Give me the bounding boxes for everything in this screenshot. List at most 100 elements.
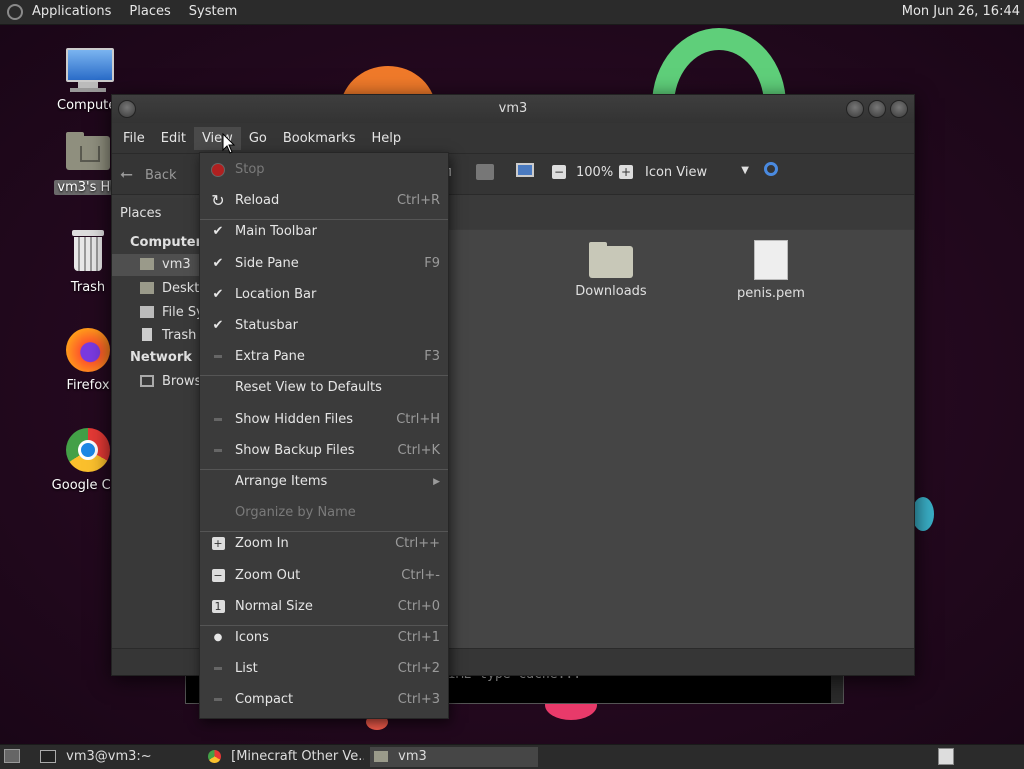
menu-item-label: Side Pane: [235, 255, 299, 271]
panel-menu-applications[interactable]: Applications: [23, 0, 120, 24]
menu-go[interactable]: Go: [241, 127, 275, 150]
back-button[interactable]: ⭠ Back: [120, 164, 177, 184]
workspace-switcher[interactable]: [938, 748, 954, 765]
zoom-in-icon: +: [619, 165, 633, 179]
side-pane: Places Computer vm3 Deskt File Sy Trash …: [112, 198, 204, 648]
window-menu-button[interactable]: [118, 100, 136, 118]
menu-item-accelerator: Ctrl+H: [396, 411, 440, 427]
view-menu-item-normal-size[interactable]: 1 Normal Size Ctrl+0: [200, 593, 448, 621]
drive-icon: [140, 306, 154, 318]
home-button[interactable]: [476, 164, 494, 184]
task-terminal[interactable]: vm3@vm3:~: [36, 747, 196, 767]
menu-item-accelerator: F9: [424, 255, 440, 271]
view-menu-item-zoom-out[interactable]: − Zoom Out Ctrl+-: [200, 562, 448, 590]
window-titlebar[interactable]: vm3: [112, 95, 914, 123]
zoom-level[interactable]: 100%: [576, 165, 613, 180]
menu-item-accelerator: Ctrl+R: [396, 193, 440, 209]
task-label: vm3: [398, 749, 427, 764]
terminal-icon: [40, 750, 56, 763]
side-header-computer: Computer: [130, 235, 203, 250]
view-mode-label: Icon View: [645, 165, 708, 180]
network-icon: [140, 375, 154, 387]
view-menu-item-reset-view-to-defaults[interactable]: Reset View to Defaults: [200, 374, 448, 402]
close-button[interactable]: [890, 100, 908, 118]
computer-button[interactable]: [516, 163, 534, 181]
side-item-label: Deskt: [162, 281, 200, 296]
folder-icon: [589, 240, 633, 278]
file-icon: [754, 240, 788, 280]
menu-item-label: Compact: [235, 692, 294, 708]
search-icon: [764, 162, 778, 176]
view-menu-item-main-toolbar[interactable]: ✔ Main Toolbar: [200, 218, 448, 246]
menu-edit[interactable]: Edit: [153, 127, 194, 150]
view-menu-item-location-bar[interactable]: ✔ Location Bar: [200, 281, 448, 309]
view-menu-item-zoom-in[interactable]: + Zoom In Ctrl++: [200, 530, 448, 558]
view-mode-select[interactable]: Icon View ▼: [645, 165, 749, 180]
view-menu-item-arrange-items[interactable]: Arrange Items ▶: [200, 468, 448, 496]
menu-item-label: Statusbar: [235, 318, 298, 333]
unchecked-indicator: [209, 437, 227, 465]
window-title: vm3: [498, 101, 528, 116]
menu-item-label: Extra Pane: [235, 349, 305, 365]
stop-icon: [209, 156, 227, 184]
menu-item-accelerator: Ctrl+0: [397, 598, 440, 614]
back-arrow-icon: ⭠: [120, 164, 133, 183]
view-menu-item-extra-pane[interactable]: Extra Pane F3: [200, 343, 448, 371]
file-item-label: Downloads: [575, 284, 647, 299]
menu-help[interactable]: Help: [363, 127, 409, 150]
view-menu: Stop ↻ Reload Ctrl+R ✔ Main Toolbar ✔ Side Pane…: [199, 152, 449, 719]
view-menu-item-compact[interactable]: Compact Ctrl+3: [200, 686, 448, 714]
terminal-scrollbar[interactable]: [831, 673, 843, 703]
panel-logo-icon[interactable]: [7, 4, 23, 20]
side-pane-title[interactable]: Places: [120, 206, 161, 221]
trash-icon: [142, 328, 152, 341]
menu-item-accelerator: Ctrl+-: [401, 567, 440, 583]
menu-item-label: Reload: [235, 193, 280, 209]
menu-item-accelerator: Ctrl++: [395, 536, 440, 552]
zoom-out-icon: −: [552, 165, 566, 179]
file-item-pem[interactable]: penis.pem: [721, 240, 821, 301]
side-item-home[interactable]: vm3: [112, 254, 200, 276]
view-menu-item-list[interactable]: List Ctrl+2: [200, 655, 448, 683]
zoom-in-icon: +: [211, 537, 225, 551]
unchecked-indicator: [209, 655, 227, 683]
check-icon: ✔: [212, 286, 224, 302]
view-menu-item-side-pane[interactable]: ✔ Side Pane F9: [200, 250, 448, 278]
radio-selected-icon: ●: [213, 632, 223, 643]
menu-item-label: List: [235, 661, 258, 677]
chrome-icon: [208, 750, 221, 763]
menu-item-accelerator: Ctrl+K: [397, 442, 440, 458]
view-menu-item-icons[interactable]: ● Icons Ctrl+1: [200, 624, 448, 652]
file-item-downloads[interactable]: Downloads: [561, 240, 661, 299]
view-menu-item-show-backup-files[interactable]: Show Backup Files Ctrl+K: [200, 437, 448, 465]
panel-menu-system[interactable]: System: [180, 0, 246, 24]
top-panel: Applications Places System Mon Jun 26, 1…: [0, 0, 1024, 25]
menu-item-label: Icons: [235, 630, 269, 645]
zoom-in-button[interactable]: +: [619, 165, 633, 180]
view-menu-item-reload[interactable]: ↻ Reload Ctrl+R: [200, 187, 448, 215]
home-folder-icon: [374, 751, 388, 762]
panel-clock[interactable]: Mon Jun 26, 16:44: [902, 0, 1020, 24]
menu-item-label: Normal Size: [235, 598, 313, 614]
check-icon: ✔: [212, 318, 224, 333]
firefox-icon: [64, 326, 112, 374]
view-menu-item-show-hidden-files[interactable]: Show Hidden Files Ctrl+H: [200, 406, 448, 434]
task-chrome[interactable]: [Minecraft Other Ve...: [204, 747, 364, 767]
task-file-manager[interactable]: vm3: [370, 747, 538, 767]
desktop-folder-icon: [140, 282, 154, 294]
maximize-button[interactable]: [868, 100, 886, 118]
menu-item-label: Show Backup Files: [235, 442, 355, 458]
unchecked-indicator: [209, 406, 227, 434]
show-desktop-button[interactable]: [4, 749, 20, 763]
search-button[interactable]: [764, 162, 778, 180]
menu-file[interactable]: File: [115, 127, 153, 150]
zoom-out-button[interactable]: −: [552, 165, 566, 180]
panel-menu-places[interactable]: Places: [120, 0, 179, 24]
computer-icon: [516, 163, 534, 177]
side-item-label: Trash: [162, 328, 197, 343]
computer-icon: [64, 46, 114, 94]
menu-bookmarks[interactable]: Bookmarks: [275, 127, 364, 150]
view-menu-item-statusbar[interactable]: ✔ Statusbar: [200, 312, 448, 340]
minimize-button[interactable]: [846, 100, 864, 118]
submenu-arrow-icon: ▶: [433, 477, 440, 487]
